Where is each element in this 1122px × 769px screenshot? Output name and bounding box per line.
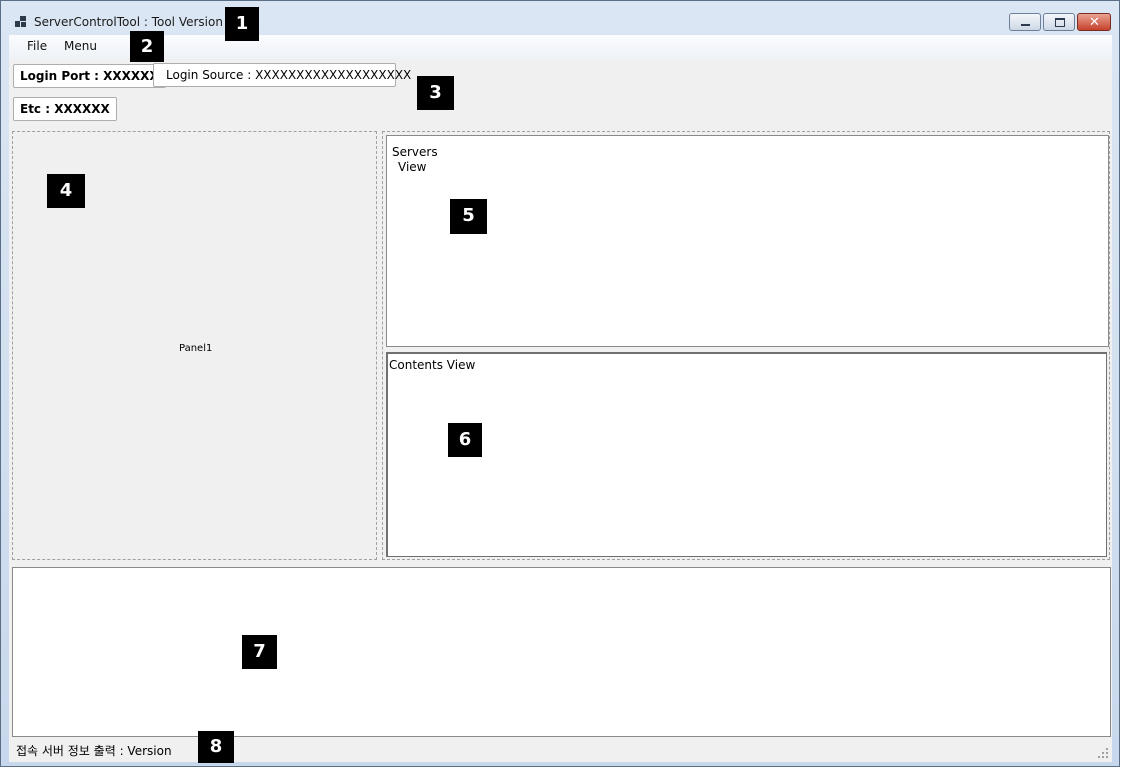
log-output-box[interactable] (12, 567, 1111, 737)
app-icon (15, 16, 27, 28)
right-panel: Servers View Contents View (382, 131, 1110, 560)
badge-6: 6 (448, 423, 482, 457)
client-area: File Menu Login Port : XXXXXX Login Sour… (9, 35, 1112, 762)
menu-menu[interactable]: Menu (64, 39, 97, 53)
badge-4: 4 (47, 174, 85, 208)
minimize-button[interactable] (1009, 13, 1041, 31)
etc-button[interactable]: Etc : XXXXXX (13, 97, 117, 121)
contents-view[interactable]: Contents View (386, 352, 1107, 557)
main-window: ServerControlTool : Tool Version ✕ File … (0, 0, 1120, 767)
badge-1: 1 (225, 7, 259, 41)
servers-view-label: Servers View (392, 145, 438, 175)
maximize-button[interactable] (1043, 13, 1075, 31)
login-source-button[interactable]: Login Source : XXXXXXXXXXXXXXXXXXX (153, 63, 411, 87)
servers-view-label-line2: View (398, 160, 427, 174)
login-port-button[interactable]: Login Port : XXXXXX (13, 64, 166, 88)
badge-7: 7 (242, 635, 277, 669)
status-text: 접속 서버 정보 출력 : Version (16, 744, 172, 758)
badge-8: 8 (198, 731, 234, 763)
contents-view-label: Contents View (389, 358, 476, 372)
servers-view[interactable]: Servers View (386, 135, 1109, 347)
close-icon: ✕ (1089, 15, 1100, 30)
badge-5: 5 (450, 199, 487, 234)
servers-view-label-line1: Servers (392, 145, 438, 159)
menu-bar: File Menu (9, 35, 1112, 59)
status-bar: 접속 서버 정보 출력 : Version (9, 737, 1112, 762)
resize-grip-icon[interactable] (1098, 748, 1108, 758)
badge-2: 2 (130, 31, 164, 62)
panel1-label: Panel1 (179, 343, 213, 354)
close-button[interactable]: ✕ (1077, 13, 1111, 31)
menu-file[interactable]: File (27, 39, 47, 53)
window-title: ServerControlTool : Tool Version (34, 15, 223, 29)
title-bar[interactable]: ServerControlTool : Tool Version ✕ (1, 1, 1119, 35)
badge-3: 3 (417, 76, 454, 110)
